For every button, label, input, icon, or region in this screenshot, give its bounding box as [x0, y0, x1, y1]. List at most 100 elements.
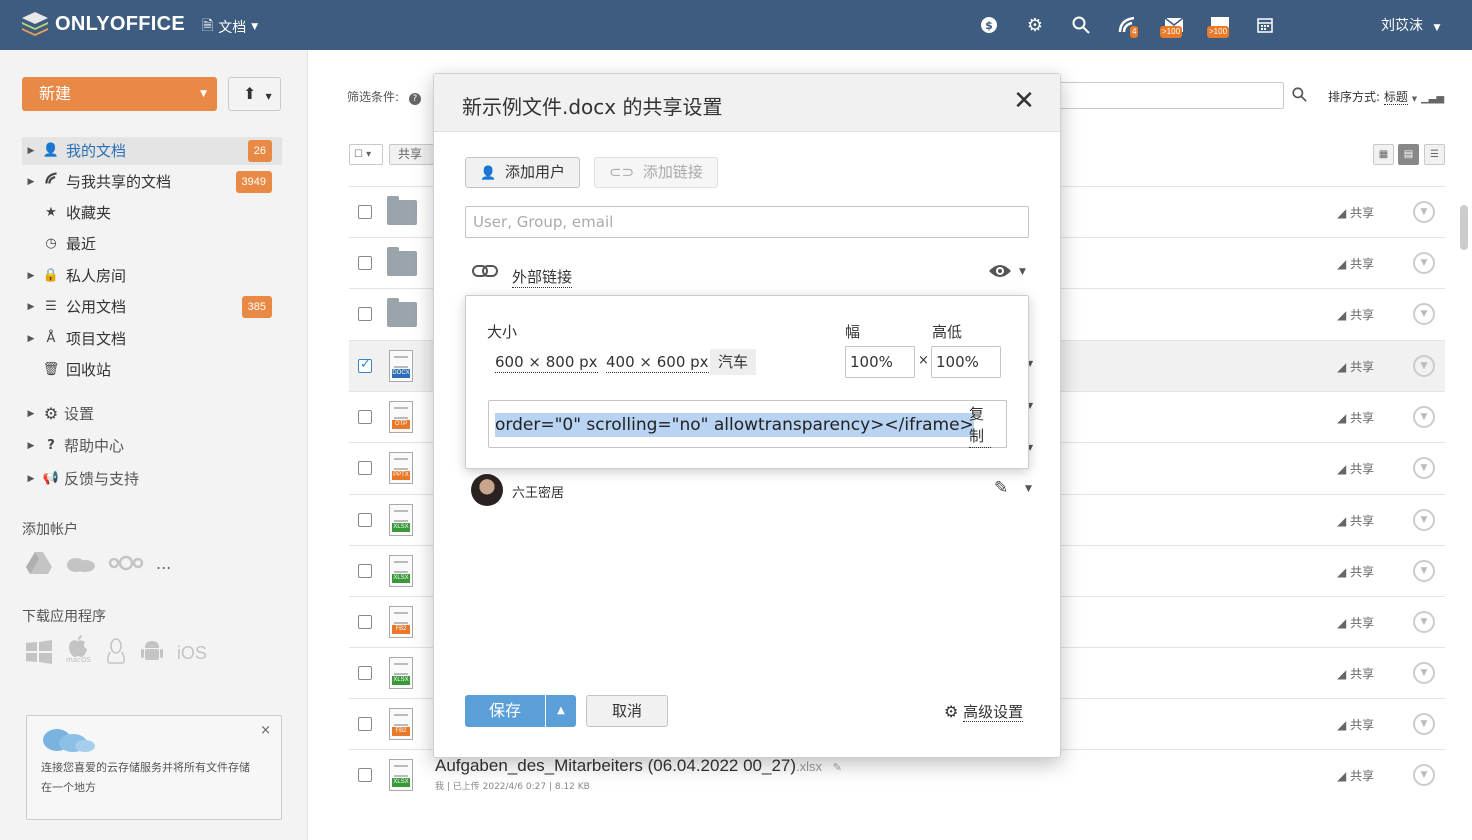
expand-arrow-icon[interactable]: ▶: [22, 293, 40, 321]
row-checkbox[interactable]: [358, 256, 372, 270]
android-icon[interactable]: [140, 638, 163, 664]
size-option-400x600[interactable]: 400 × 600 px: [606, 352, 709, 373]
sidebar-item-shared-with-me[interactable]: ▶ 与我共享的文档 3949: [22, 168, 282, 196]
row-checkbox[interactable]: [358, 410, 372, 424]
sidebar-item-my-documents[interactable]: ▶ 👤 我的文档 26: [22, 137, 282, 165]
sidebar-item-settings[interactable]: ▶ ⚙ 设置: [22, 400, 282, 428]
docs-module-menu[interactable]: 🗎 文档 ▼: [202, 15, 258, 39]
new-button[interactable]: 新建 ▼: [22, 77, 217, 111]
sidebar-item-favorites[interactable]: ★ 收藏夹: [22, 199, 282, 227]
expand-arrow-icon[interactable]: ▶: [22, 137, 40, 165]
row-checkbox[interactable]: [358, 357, 372, 373]
user-search-input[interactable]: User, Group, email: [465, 206, 1029, 238]
add-link-button[interactable]: ⊂⊃ 添加链接: [594, 157, 718, 188]
calendar-icon[interactable]: [1253, 13, 1277, 37]
row-menu-icon[interactable]: ▼: [1413, 252, 1435, 274]
sidebar-item-help[interactable]: ▶ ? 帮助中心: [22, 432, 282, 460]
size-option-auto[interactable]: 汽车: [710, 349, 757, 375]
embed-code-field[interactable]: order="0" scrolling="no" allowtransparen…: [488, 400, 1007, 448]
row-menu-icon[interactable]: ▼: [1413, 355, 1435, 377]
advanced-settings-link[interactable]: ⚙ 高级设置: [944, 701, 1024, 722]
row-checkbox[interactable]: [358, 666, 372, 680]
search-icon[interactable]: [1069, 13, 1093, 37]
compact-view-icon[interactable]: ▤: [1398, 144, 1419, 165]
expand-arrow-icon[interactable]: ▶: [22, 325, 40, 353]
search-icon[interactable]: [1292, 87, 1307, 106]
row-menu-icon[interactable]: ▼: [1413, 713, 1435, 735]
linux-icon[interactable]: [105, 638, 127, 664]
more-accounts-icon[interactable]: ...: [156, 554, 171, 573]
sort-control[interactable]: 排序方式: 标题 ▼ ▁▃▅: [1328, 88, 1444, 105]
save-options-chevron-icon[interactable]: ▲: [546, 695, 576, 727]
share-button[interactable]: ◢ 共享: [1337, 204, 1374, 221]
row-menu-icon[interactable]: ▼: [1413, 662, 1435, 684]
ios-icon[interactable]: iOS: [177, 643, 207, 664]
windows-icon[interactable]: [26, 640, 52, 664]
share-button[interactable]: ◢ 共享: [1337, 306, 1374, 323]
nextcloud-icon[interactable]: [108, 555, 144, 571]
google-drive-icon[interactable]: [26, 551, 52, 575]
sort-direction-icon[interactable]: ▁▃▅: [1421, 93, 1444, 104]
user-menu[interactable]: 刘苡沫 ▼: [1381, 15, 1440, 35]
edit-pencil-icon[interactable]: ✎: [833, 762, 842, 774]
share-button[interactable]: ◢ 共享: [1337, 563, 1374, 580]
cancel-button[interactable]: 取消: [586, 695, 668, 727]
save-button[interactable]: 保存: [465, 695, 545, 727]
share-button[interactable]: ◢ 共享: [1337, 716, 1374, 733]
width-input[interactable]: 100%: [845, 346, 915, 378]
share-button[interactable]: ◢ 共享: [1337, 665, 1374, 682]
height-input[interactable]: 100%: [931, 346, 1001, 378]
row-menu-icon[interactable]: ▼: [1413, 201, 1435, 223]
expand-arrow-icon[interactable]: ▶: [22, 465, 40, 493]
row-checkbox[interactable]: [358, 615, 372, 629]
row-checkbox[interactable]: [358, 307, 372, 321]
row-checkbox[interactable]: [358, 513, 372, 527]
close-icon[interactable]: ✕: [1009, 86, 1039, 116]
row-checkbox[interactable]: [358, 564, 372, 578]
expand-arrow-icon[interactable]: ▶: [22, 432, 40, 460]
share-button[interactable]: ◢ 共享: [1337, 767, 1374, 784]
filter-search-input[interactable]: [1059, 82, 1284, 109]
share-button[interactable]: ◢ 共享: [1337, 460, 1374, 477]
copy-button[interactable]: 复制: [969, 403, 991, 448]
sort-value[interactable]: 标题: [1383, 90, 1408, 105]
expand-arrow-icon[interactable]: ▶: [22, 168, 40, 196]
apple-icon[interactable]: macOS: [66, 635, 91, 664]
onlyoffice-logo[interactable]: ONLYOFFICE: [20, 11, 185, 37]
sidebar-item-recent[interactable]: ◷ 最近: [22, 230, 282, 258]
close-icon[interactable]: ×: [260, 723, 271, 738]
file-name[interactable]: Aufgaben_des_Mitarbeiters (06.04.2022 00…: [435, 756, 842, 776]
add-user-button[interactable]: 👤 添加用户: [465, 157, 580, 188]
share-button[interactable]: ◢ 共享: [1337, 409, 1374, 426]
share-button[interactable]: ◢ 共享: [1337, 614, 1374, 631]
row-menu-icon[interactable]: ▼: [1413, 303, 1435, 325]
row-menu-icon[interactable]: ▼: [1413, 560, 1435, 582]
expand-arrow-icon[interactable]: ▶: [22, 400, 40, 428]
scrollbar[interactable]: [1460, 205, 1468, 250]
pencil-icon[interactable]: ✎: [994, 478, 1008, 498]
row-menu-icon[interactable]: ▼: [1413, 509, 1435, 531]
select-all-checkbox[interactable]: ☐ ▾: [349, 144, 383, 165]
chevron-down-icon[interactable]: ▼: [1025, 484, 1032, 494]
row-checkbox[interactable]: [358, 717, 372, 731]
eye-icon[interactable]: [988, 263, 1012, 283]
sidebar-item-feedback[interactable]: ▶ 📢 反馈与支持: [22, 465, 282, 493]
sidebar-item-private-room[interactable]: ▶ 🔒 私人房间: [22, 262, 282, 290]
row-checkbox[interactable]: [358, 461, 372, 475]
gear-icon[interactable]: ⚙: [1023, 13, 1047, 37]
list-view-icon[interactable]: ☰: [1424, 144, 1445, 165]
help-icon[interactable]: ?: [408, 93, 421, 105]
share-button[interactable]: ◢ 共享: [1337, 255, 1374, 272]
row-checkbox[interactable]: [358, 768, 372, 782]
share-button[interactable]: ◢ 共享: [1337, 512, 1374, 529]
size-option-600x800[interactable]: 600 × 800 px: [495, 352, 598, 373]
sidebar-item-trash[interactable]: 🗑 回收站: [22, 356, 282, 384]
onedrive-icon[interactable]: [64, 553, 96, 573]
share-button[interactable]: ◢ 共享: [1337, 358, 1374, 375]
payments-icon[interactable]: $: [977, 13, 1001, 37]
share-settings-button[interactable]: 共享设: [389, 144, 434, 165]
sidebar-item-project-documents[interactable]: ▶ Å 项目文档: [22, 325, 282, 353]
row-menu-icon[interactable]: ▼: [1413, 457, 1435, 479]
sidebar-item-common-documents[interactable]: ▶ ☰ 公用文档 385: [22, 293, 282, 321]
row-menu-icon[interactable]: ▼: [1413, 764, 1435, 786]
